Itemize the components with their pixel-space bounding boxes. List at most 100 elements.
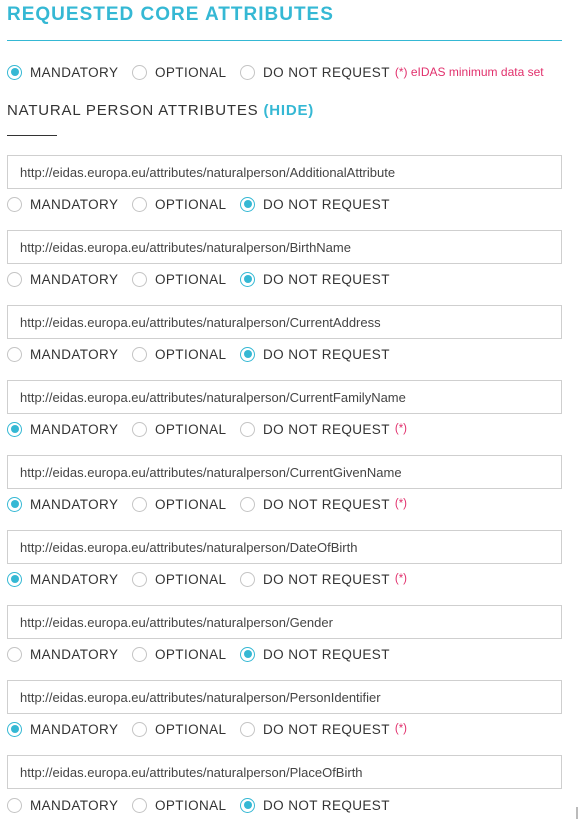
mandatory-label: MANDATORY	[30, 196, 119, 212]
mandatory-radio[interactable]: MANDATORY	[7, 721, 132, 737]
attribute-uri-field[interactable]	[7, 605, 562, 639]
radio-icon	[240, 721, 255, 737]
mandatory-label: MANDATORY	[30, 721, 119, 737]
attribute-requirement-radio-group: MANDATORY OPTIONAL DO NOT REQUEST (*)	[7, 419, 407, 439]
optional-radio[interactable]: OPTIONAL	[132, 646, 240, 662]
title-divider	[7, 40, 562, 41]
scrollbar-thumb[interactable]	[576, 807, 578, 819]
radio-icon	[132, 571, 147, 587]
radio-icon	[240, 496, 255, 512]
mandatory-label: MANDATORY	[30, 421, 119, 437]
radio-icon	[7, 571, 22, 587]
minimum-data-set-marker: (*)	[394, 498, 408, 510]
minimum-data-set-marker: (*)	[394, 573, 408, 585]
mandatory-label: MANDATORY	[30, 496, 119, 512]
mandatory-radio[interactable]: MANDATORY	[7, 346, 132, 362]
mandatory-radio[interactable]: MANDATORY	[7, 421, 132, 437]
attribute-uri-field[interactable]	[7, 380, 562, 414]
attribute-uri-field[interactable]	[7, 155, 562, 189]
attribute-uri-field[interactable]	[7, 755, 562, 789]
optional-label: OPTIONAL	[155, 721, 227, 737]
optional-label: OPTIONAL	[155, 797, 227, 813]
page-title: REQUESTED CORE ATTRIBUTES	[7, 4, 334, 25]
attribute-uri-field[interactable]	[7, 305, 562, 339]
radio-icon	[132, 64, 147, 80]
section-divider	[7, 135, 57, 136]
do-not-request-label: DO NOT REQUEST	[263, 797, 390, 813]
minimum-data-set-marker: (*)	[394, 423, 408, 435]
hide-section-link[interactable]: (HIDE)	[263, 102, 314, 119]
optional-radio[interactable]: OPTIONAL	[132, 797, 240, 813]
do-not-request-radio[interactable]: DO NOT REQUEST (*)	[240, 496, 408, 512]
mandatory-radio[interactable]: MANDATORY	[7, 196, 132, 212]
do-not-request-radio[interactable]: DO NOT REQUEST (*)	[240, 721, 407, 737]
optional-label: OPTIONAL	[155, 646, 227, 662]
do-not-request-label: DO NOT REQUEST	[263, 496, 390, 512]
radio-icon	[132, 797, 147, 813]
optional-label: OPTIONAL	[155, 496, 227, 512]
mandatory-label: MANDATORY	[30, 64, 119, 80]
attribute-uri-field[interactable]	[7, 530, 562, 564]
radio-icon	[240, 196, 255, 212]
do-not-request-radio[interactable]: DO NOT REQUEST	[240, 346, 390, 362]
radio-icon	[7, 421, 22, 437]
mandatory-radio[interactable]: MANDATORY	[7, 646, 132, 662]
optional-radio[interactable]: OPTIONAL	[132, 721, 240, 737]
do-not-request-label: DO NOT REQUEST	[263, 64, 390, 80]
do-not-request-label: DO NOT REQUEST	[263, 646, 390, 662]
attribute-uri-field[interactable]	[7, 455, 562, 489]
optional-label: OPTIONAL	[155, 64, 227, 80]
mandatory-label: MANDATORY	[30, 797, 119, 813]
attribute-requirement-radio-group: MANDATORY OPTIONAL DO NOT REQUEST	[7, 795, 390, 815]
mandatory-label: MANDATORY	[30, 646, 119, 662]
global-mandatory-radio[interactable]: MANDATORY	[7, 64, 132, 80]
global-optional-radio[interactable]: OPTIONAL	[132, 64, 240, 80]
optional-label: OPTIONAL	[155, 271, 227, 287]
mandatory-radio[interactable]: MANDATORY	[7, 797, 132, 813]
radio-icon	[7, 721, 22, 737]
radio-icon	[240, 271, 255, 287]
mandatory-radio[interactable]: MANDATORY	[7, 271, 132, 287]
do-not-request-label: DO NOT REQUEST	[263, 421, 390, 437]
do-not-request-radio[interactable]: DO NOT REQUEST	[240, 797, 390, 813]
optional-radio[interactable]: OPTIONAL	[132, 496, 240, 512]
radio-icon	[240, 346, 255, 362]
attribute-requirement-radio-group: MANDATORY OPTIONAL DO NOT REQUEST	[7, 194, 390, 214]
optional-radio[interactable]: OPTIONAL	[132, 421, 240, 437]
optional-label: OPTIONAL	[155, 571, 227, 587]
radio-icon	[132, 271, 147, 287]
attribute-requirement-radio-group: MANDATORY OPTIONAL DO NOT REQUEST	[7, 344, 390, 364]
mandatory-label: MANDATORY	[30, 346, 119, 362]
do-not-request-radio[interactable]: DO NOT REQUEST (*)	[240, 421, 408, 437]
section-title: NATURAL PERSON ATTRIBUTES (HIDE)	[7, 102, 314, 119]
do-not-request-label: DO NOT REQUEST	[263, 571, 390, 587]
radio-icon	[7, 646, 22, 662]
mandatory-radio[interactable]: MANDATORY	[7, 571, 132, 587]
do-not-request-label: DO NOT REQUEST	[263, 346, 390, 362]
attribute-requirement-radio-group: MANDATORY OPTIONAL DO NOT REQUEST (*)	[7, 494, 407, 514]
optional-radio[interactable]: OPTIONAL	[132, 271, 240, 287]
global-requirement-radio-group: MANDATORY OPTIONAL DO NOT REQUEST (*) eI…	[7, 62, 544, 82]
do-not-request-radio[interactable]: DO NOT REQUEST (*)	[240, 571, 408, 587]
do-not-request-radio[interactable]: DO NOT REQUEST	[240, 196, 390, 212]
radio-icon	[240, 421, 255, 437]
optional-radio[interactable]: OPTIONAL	[132, 346, 240, 362]
global-do-not-request-radio[interactable]: DO NOT REQUEST	[240, 64, 390, 80]
do-not-request-label: DO NOT REQUEST	[263, 196, 390, 212]
optional-radio[interactable]: OPTIONAL	[132, 196, 240, 212]
mandatory-label: MANDATORY	[30, 271, 119, 287]
optional-radio[interactable]: OPTIONAL	[132, 571, 240, 587]
radio-icon	[132, 421, 147, 437]
mandatory-radio[interactable]: MANDATORY	[7, 496, 132, 512]
attribute-requirement-radio-group: MANDATORY OPTIONAL DO NOT REQUEST	[7, 644, 390, 664]
attribute-uri-field[interactable]	[7, 680, 562, 714]
optional-label: OPTIONAL	[155, 421, 227, 437]
attribute-uri-field[interactable]	[7, 230, 562, 264]
radio-icon	[7, 496, 22, 512]
radio-icon	[240, 646, 255, 662]
radio-icon	[132, 721, 147, 737]
do-not-request-radio[interactable]: DO NOT REQUEST	[240, 271, 390, 287]
do-not-request-radio[interactable]: DO NOT REQUEST	[240, 646, 390, 662]
section-title-label: NATURAL PERSON ATTRIBUTES	[7, 102, 259, 119]
radio-icon	[132, 346, 147, 362]
